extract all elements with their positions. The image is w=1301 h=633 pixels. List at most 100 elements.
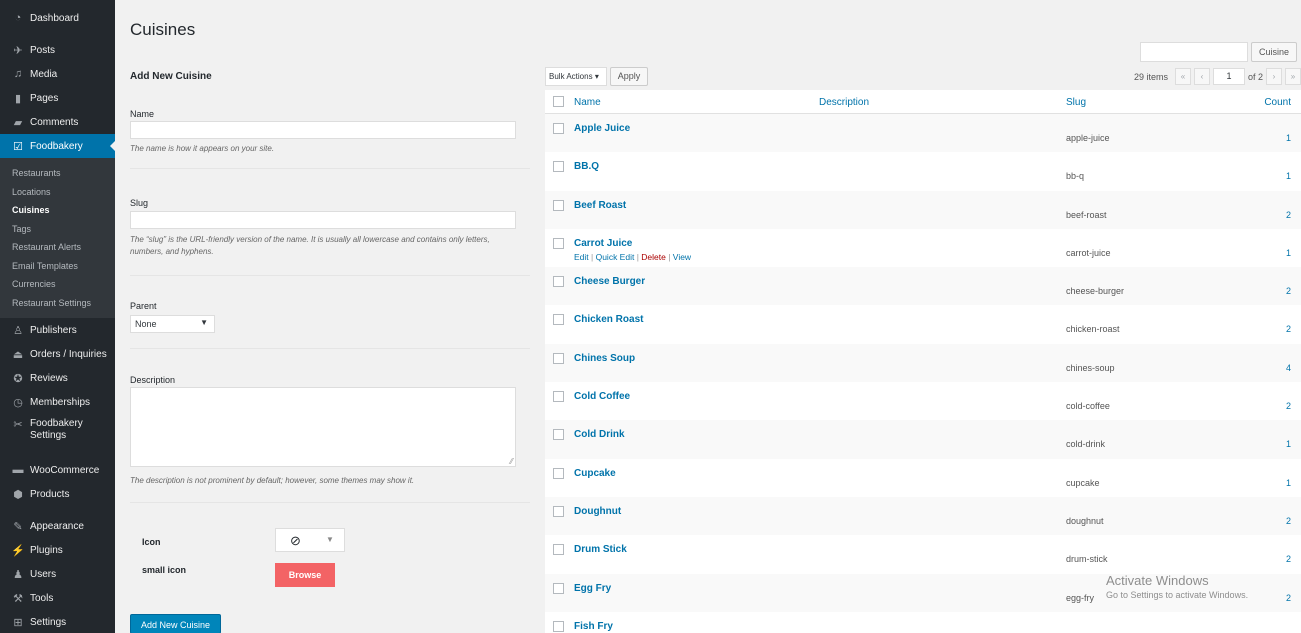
sidebar-item-foodbakery-settings[interactable]: ✂ Foodbakery Settings [0, 414, 115, 450]
last-page-button[interactable]: » [1285, 68, 1301, 85]
view-link[interactable]: View [673, 252, 691, 262]
cuisine-count-link[interactable]: 2 [1286, 286, 1291, 296]
sidebar-item-users[interactable]: ♟ Users [0, 562, 115, 586]
sidebar-item-appearance[interactable]: ✎ Appearance [0, 514, 115, 538]
row-checkbox[interactable] [553, 582, 564, 594]
cuisine-name-link[interactable]: Drum Stick [574, 544, 627, 555]
row-checkbox[interactable] [553, 161, 564, 173]
row-checkbox[interactable] [553, 544, 564, 556]
cuisine-count-link[interactable]: 2 [1286, 554, 1291, 564]
sidebar-item-memberships[interactable]: ◷ Memberships [0, 390, 115, 414]
sidebar-item-products[interactable]: ⬢ Products [0, 482, 115, 506]
delete-link[interactable]: Delete [641, 252, 666, 262]
bulk-actions-select[interactable]: Bulk Actions ▾ [545, 67, 607, 86]
sidebar-item-woocommerce[interactable]: ▬ WooCommerce [0, 458, 115, 482]
sidebar-item-label: Tools [30, 592, 54, 604]
row-checkbox[interactable] [553, 620, 564, 632]
first-page-button[interactable]: « [1174, 68, 1191, 85]
submenu-item-cuisines[interactable]: Cuisines [0, 201, 115, 220]
submenu-item-restaurants[interactable]: Restaurants [0, 164, 115, 183]
row-checkbox[interactable] [553, 276, 564, 288]
sidebar-item-dashboard[interactable]: ◔ Dashboard [0, 6, 115, 30]
column-count[interactable]: Count [1264, 97, 1291, 108]
sidebar-item-publishers[interactable]: ♙ Publishers [0, 318, 115, 342]
sidebar-item-pages[interactable]: ▮ Pages [0, 86, 115, 110]
prev-page-button[interactable]: ‹ [1193, 68, 1210, 85]
add-new-cuisine-button[interactable]: Add New Cuisine [130, 614, 222, 633]
apply-button[interactable]: Apply [610, 67, 648, 86]
parent-select[interactable]: None ▼ [130, 315, 215, 333]
sidebar-item-comments[interactable]: ▰ Comments [0, 110, 115, 134]
cuisine-name-link[interactable]: Carrot Juice [574, 238, 632, 249]
cuisine-count-link[interactable]: 1 [1286, 478, 1291, 488]
cuisine-count-link[interactable]: 1 [1286, 248, 1291, 258]
icon-picker[interactable]: ⊘ ▼ [275, 528, 345, 552]
sidebar-item-plugins[interactable]: ⚡ Plugins [0, 538, 115, 562]
submenu-item-email-templates[interactable]: Email Templates [0, 257, 115, 276]
row-checkbox[interactable] [553, 199, 564, 211]
next-page-button[interactable]: › [1266, 68, 1282, 85]
sidebar-item-tools[interactable]: ⚒ Tools [0, 586, 115, 610]
browse-button[interactable]: Browse [275, 563, 335, 587]
form-heading: Add New Cuisine [130, 71, 212, 82]
cuisine-count-link[interactable]: 2 [1286, 401, 1291, 411]
row-checkbox[interactable] [553, 314, 564, 326]
row-checkbox[interactable] [553, 123, 564, 134]
cuisine-name-link[interactable]: Egg Fry [574, 583, 611, 594]
cuisine-name-link[interactable]: BB.Q [574, 161, 599, 172]
cuisine-name-link[interactable]: Cold Coffee [574, 391, 630, 402]
cuisine-count-link[interactable]: 2 [1286, 516, 1291, 526]
submenu-item-tags[interactable]: Tags [0, 220, 115, 239]
submenu-item-restaurant-settings[interactable]: Restaurant Settings [0, 294, 115, 313]
cuisine-count-link[interactable]: 2 [1286, 324, 1291, 334]
cuisine-name-link[interactable]: Cupcake [574, 468, 616, 479]
row-checkbox[interactable] [553, 505, 564, 517]
cuisine-count-link[interactable]: 1 [1286, 439, 1291, 449]
column-name[interactable]: Name [574, 97, 601, 108]
page-title: Cuisines [130, 20, 196, 39]
slug-input[interactable] [130, 211, 516, 229]
row-checkbox[interactable] [553, 467, 564, 479]
cuisine-count-link[interactable]: 2 [1286, 210, 1291, 220]
sidebar-item-reviews[interactable]: ✪ Reviews [0, 366, 115, 390]
description-textarea[interactable]: ⁄⁄ [130, 387, 516, 467]
edit-link[interactable]: Edit [574, 252, 589, 262]
chevron-down-icon: ▾ [594, 72, 599, 81]
column-description[interactable]: Description [819, 97, 869, 108]
cuisine-count-link[interactable]: 1 [1286, 171, 1291, 181]
cuisine-name-link[interactable]: Cold Drink [574, 429, 625, 440]
quick-edit-link[interactable]: Quick Edit [596, 252, 635, 262]
cuisine-count-link[interactable]: 1 [1286, 133, 1291, 143]
current-page-input[interactable]: 1 [1212, 68, 1245, 85]
row-checkbox[interactable] [553, 391, 564, 403]
sidebar-item-foodbakery[interactable]: ☑ Foodbakery [0, 134, 116, 158]
name-input[interactable] [130, 121, 516, 139]
submenu-item-currencies[interactable]: Currencies [0, 275, 115, 294]
search-input[interactable] [1140, 42, 1248, 62]
sidebar-item-media[interactable]: ♫ Media [0, 62, 115, 86]
cuisine-name-link[interactable]: Beef Roast [574, 200, 626, 211]
cuisine-name-link[interactable]: Doughnut [574, 506, 621, 517]
cuisine-count-link[interactable]: 2 [1286, 593, 1291, 603]
sidebar-item-orders[interactable]: ⏏ Orders / Inquiries [0, 342, 115, 366]
search-button[interactable]: Cuisine [1251, 42, 1297, 62]
row-checkbox[interactable] [553, 429, 564, 441]
cuisine-count-link[interactable]: 4 [1286, 363, 1291, 373]
sidebar-item-label: Pages [30, 92, 59, 104]
table-row: Beef Roast beef-roast 2 [545, 190, 1301, 229]
sidebar-item-posts[interactable]: ✈ Posts [0, 38, 115, 62]
resize-handle-icon[interactable]: ⁄⁄ [510, 457, 513, 466]
row-checkbox[interactable] [553, 352, 564, 364]
row-checkbox[interactable] [553, 237, 564, 249]
cuisine-name-link[interactable]: Chicken Roast [574, 314, 643, 325]
cuisine-name-link[interactable]: Apple Juice [574, 123, 630, 134]
sidebar-item-label: Settings [30, 616, 67, 628]
cuisine-name-link[interactable]: Chines Soup [574, 353, 635, 364]
cuisine-name-link[interactable]: Cheese Burger [574, 276, 645, 287]
sidebar-item-settings[interactable]: ⊞ Settings [0, 610, 115, 633]
submenu-item-restaurant-alerts[interactable]: Restaurant Alerts [0, 238, 115, 257]
submenu-item-locations[interactable]: Locations [0, 183, 115, 202]
cuisine-name-link[interactable]: Fish Fry [574, 621, 613, 632]
column-slug[interactable]: Slug [1066, 97, 1086, 108]
select-all-checkbox[interactable] [553, 96, 564, 107]
